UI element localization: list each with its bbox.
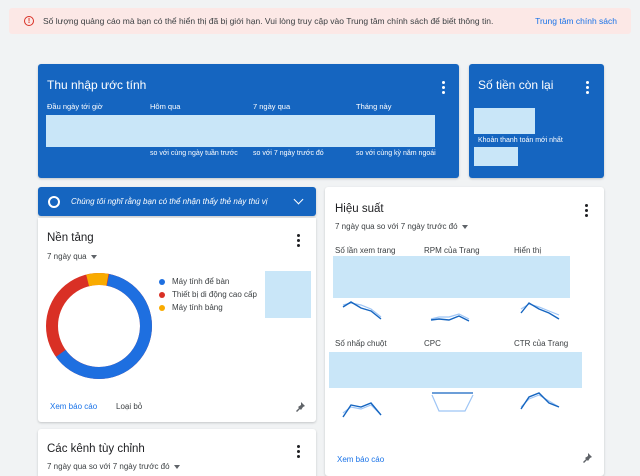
legend-desktop: Máy tính để bàn	[159, 277, 229, 286]
metric-impressions[interactable]: Hiển thị	[514, 246, 541, 255]
balance-value-redacted	[474, 108, 535, 134]
platform-dismiss-link[interactable]: Loại bỏ	[116, 402, 142, 411]
earnings-col-7days: 7 ngày qua	[253, 102, 291, 111]
earnings-more-icon[interactable]	[441, 81, 445, 94]
caret-down-icon	[173, 464, 180, 469]
platform-donut-chart	[46, 273, 152, 379]
legend-dot-desktop	[159, 278, 165, 285]
performance-row1-redacted	[333, 256, 570, 298]
suggestion-banner[interactable]: Chúng tôi nghĩ rằng bạn có thể nhận thấy…	[38, 187, 316, 216]
sparkline-page-ctr	[520, 392, 560, 410]
metric-page-rpm[interactable]: RPM của Trang	[424, 246, 480, 255]
legend-tablet: Máy tính bảng	[159, 303, 223, 312]
platform-range-dropdown[interactable]: 7 ngày qua	[47, 252, 97, 261]
sparkline-impressions	[520, 302, 560, 320]
platform-values-redacted	[265, 271, 311, 318]
policy-alert-banner: ! Số lượng quảng cáo mà bạn có thể hiển …	[9, 8, 631, 34]
last-payment-label: Khoản thanh toán mới nhất	[478, 137, 563, 144]
metric-pageviews[interactable]: Số lần xem trang	[335, 246, 395, 255]
custom-channels-range-dropdown[interactable]: 7 ngày qua so với 7 ngày trước đó	[47, 462, 180, 471]
last-payment-redacted	[474, 147, 518, 166]
earnings-title: Thu nhập ước tính	[47, 78, 147, 92]
earnings-col-yesterday: Hôm qua	[150, 102, 181, 111]
balance-title: Số tiền còn lại	[478, 78, 554, 92]
earnings-col-today: Đầu ngày tới giờ	[47, 102, 103, 111]
custom-channels-more-icon[interactable]	[296, 445, 300, 458]
platform-more-icon[interactable]	[296, 234, 300, 247]
alert-circle-icon: !	[24, 16, 34, 26]
performance-view-report-link[interactable]: Xem báo cáo	[337, 455, 384, 464]
legend-mobile: Thiết bị di động cao cấp	[159, 290, 257, 299]
legend-dot-mobile	[159, 291, 165, 298]
settings-gear-icon	[48, 195, 60, 208]
performance-range-dropdown[interactable]: 7 ngày qua so với 7 ngày trước đó	[335, 222, 468, 231]
earnings-values-redacted	[46, 115, 435, 147]
metric-clicks[interactable]: Số nhấp chuột	[335, 339, 387, 348]
earnings-col-month: Tháng này	[356, 102, 392, 111]
balance-more-icon[interactable]	[585, 81, 589, 94]
custom-channels-title: Các kênh tùy chỉnh	[47, 443, 145, 455]
policy-center-link[interactable]: Trung tâm chính sách	[535, 16, 617, 26]
performance-card: Hiệu suất 7 ngày qua so với 7 ngày trước…	[325, 187, 604, 476]
legend-dot-tablet	[159, 304, 165, 311]
performance-title: Hiệu suất	[335, 203, 384, 215]
balance-card: Số tiền còn lại Khoản thanh toán mới nhấ…	[469, 64, 604, 178]
sparkline-clicks	[342, 402, 382, 418]
performance-row2-redacted	[329, 352, 582, 388]
estimated-earnings-card: Thu nhập ước tính Đầu ngày tới giờ Hôm q…	[38, 64, 459, 178]
donut-slice-desktop	[46, 273, 152, 379]
platform-card: Nền tảng 7 ngày qua Máy tính để bàn Thiế…	[38, 218, 316, 422]
caret-down-icon	[461, 224, 468, 229]
chevron-down-icon[interactable]	[293, 194, 304, 205]
pin-icon[interactable]	[294, 401, 306, 413]
sparkline-page-rpm	[430, 313, 470, 322]
earnings-compare-yesterday: so với cùng ngày tuần trước	[150, 150, 238, 157]
metric-cpc[interactable]: CPC	[424, 339, 441, 348]
suggestion-text: Chúng tôi nghĩ rằng bạn có thể nhận thấy…	[71, 197, 268, 206]
custom-channels-card: Các kênh tùy chỉnh 7 ngày qua so với 7 n…	[38, 429, 316, 476]
earnings-compare-7days: so với 7 ngày trước đó	[253, 150, 324, 157]
earnings-compare-month: so với cùng kỳ năm ngoái	[356, 150, 436, 157]
metric-page-ctr[interactable]: CTR của Trang	[514, 339, 568, 348]
donut-slice-tablet	[46, 273, 152, 379]
performance-more-icon[interactable]	[584, 204, 588, 217]
alert-message: Số lượng quảng cáo mà bạn có thể hiển th…	[43, 16, 494, 26]
sparkline-pageviews	[342, 301, 382, 320]
platform-view-report-link[interactable]: Xem báo cáo	[50, 402, 97, 411]
caret-down-icon	[90, 254, 97, 259]
platform-title: Nền tảng	[47, 232, 94, 244]
pin-icon[interactable]	[581, 452, 593, 464]
sparkline-cpc	[431, 392, 474, 412]
